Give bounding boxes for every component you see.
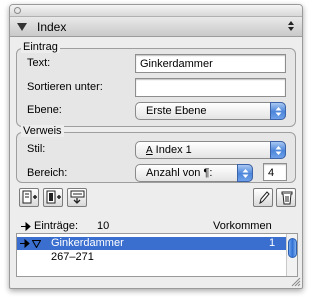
resize-grip-icon[interactable]: [291, 277, 301, 287]
occurrences-label: Vorkommen: [213, 220, 272, 232]
delete-button[interactable]: [276, 188, 296, 207]
arrow-right-icon: [20, 239, 30, 248]
index-entries-list[interactable]: Ginkerdammer 1 267–271: [16, 233, 298, 277]
list-item[interactable]: Ginkerdammer 1: [17, 237, 287, 250]
text-label: Text:: [27, 57, 51, 69]
range-popup[interactable]: Anzahl von ¶:: [135, 164, 253, 182]
range-popup-value: Anzahl von ¶:: [146, 167, 213, 179]
level-popup[interactable]: Erste Ebene: [135, 102, 286, 120]
reference-group-label: Verweis: [21, 125, 64, 137]
style-label: Stil:: [27, 143, 46, 155]
text-field[interactable]: Ginkerdammer: [135, 54, 286, 73]
add-entry-button[interactable]: [19, 188, 39, 207]
add-entry-icon: [22, 190, 37, 204]
entries-label: Einträge:: [34, 220, 79, 232]
level-label: Ebene:: [27, 104, 62, 116]
range-label: Bereich:: [27, 167, 68, 179]
sort-label: Sortieren unter:: [27, 81, 103, 93]
style-popup-value: Index 1: [155, 144, 192, 156]
add-reversed-entry-button[interactable]: [43, 188, 63, 207]
popup-arrows-icon: [270, 102, 286, 120]
reference-group: Verweis Stil: A Index 1 Bereich: Anzahl v…: [16, 125, 296, 183]
list-scrollbar[interactable]: [286, 234, 297, 276]
palette-menu-icon[interactable]: [287, 20, 295, 32]
sort-field[interactable]: [135, 78, 286, 97]
popup-arrows-icon: [237, 164, 253, 182]
character-style-icon: A: [146, 145, 153, 156]
find-next-button[interactable]: [67, 188, 87, 207]
edit-icon: [259, 191, 270, 205]
list-item-count: 1: [269, 237, 276, 249]
close-button[interactable]: [14, 7, 21, 14]
edit-button[interactable]: [253, 188, 273, 207]
add-reversed-entry-icon: [46, 190, 61, 204]
popup-arrows-icon: [270, 141, 286, 159]
list-item[interactable]: 267–271: [17, 251, 287, 264]
window-titlebar[interactable]: [10, 5, 302, 17]
disclosure-triangle-icon[interactable]: [16, 21, 28, 33]
entry-group-label: Eintrag: [21, 41, 60, 53]
list-item-label: Ginkerdammer: [51, 237, 124, 249]
index-palette-window: Index Eintrag Text: Ginkerdammer Sortier…: [9, 4, 303, 289]
level-popup-value: Erste Ebene: [146, 105, 207, 117]
palette-title: Index: [37, 20, 67, 34]
range-count-field[interactable]: 4: [263, 163, 287, 181]
disclosure-expanded-icon[interactable]: [32, 240, 41, 248]
entry-group: Eintrag Text: Ginkerdammer Sortieren unt…: [16, 41, 296, 127]
list-item-label: 267–271: [51, 251, 94, 263]
trash-icon: [281, 191, 293, 205]
palette-header: Index: [10, 17, 302, 37]
style-popup[interactable]: A Index 1: [135, 141, 286, 159]
find-next-icon: [70, 190, 85, 204]
scroll-thumb[interactable]: [288, 238, 297, 258]
entries-count: 10: [97, 220, 110, 232]
arrow-right-icon: [21, 222, 31, 231]
